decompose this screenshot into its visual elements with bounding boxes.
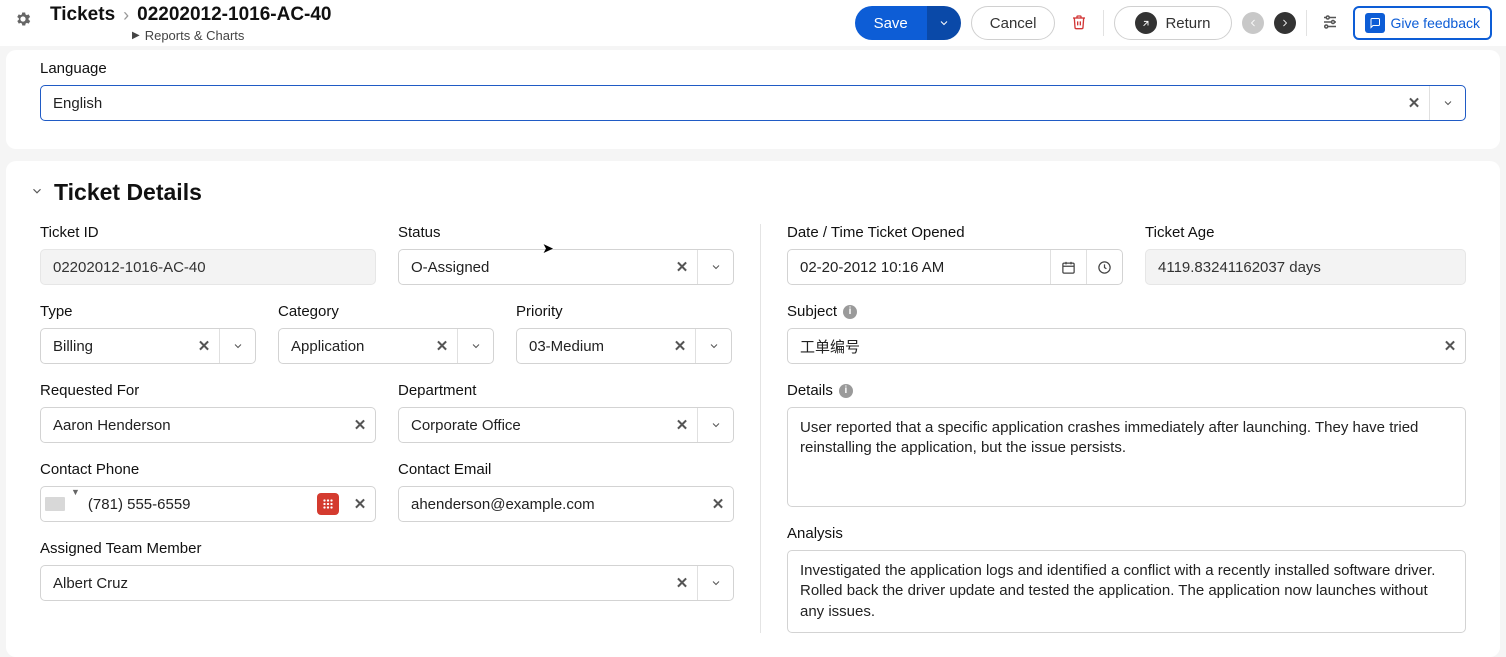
subject-label: Subject i [787, 303, 1466, 320]
info-icon[interactable]: i [839, 384, 853, 398]
breadcrumb-root[interactable]: Tickets [50, 4, 115, 26]
return-button[interactable]: Return [1114, 6, 1231, 40]
analysis-textarea[interactable]: Investigated the application logs and id… [787, 550, 1466, 633]
divider [1103, 10, 1104, 36]
department-select[interactable]: Corporate Office ✕ [398, 407, 734, 443]
details-textarea[interactable]: User reported that a specific applicatio… [787, 407, 1466, 507]
chevron-down-icon[interactable] [697, 408, 733, 442]
contact-phone-field[interactable]: ▼ (781) 555-6559 ✕ [40, 486, 376, 522]
chevron-down-icon[interactable] [697, 566, 733, 600]
breadcrumb-current: 02202012-1016-AC-40 [137, 4, 331, 26]
caret-down-icon[interactable]: ▼ [69, 487, 84, 521]
give-feedback-button[interactable]: Give feedback [1353, 6, 1493, 40]
clear-icon[interactable]: ✕ [667, 408, 697, 442]
assigned-label: Assigned Team Member [40, 540, 734, 557]
divider [1306, 10, 1307, 36]
type-label: Type [40, 303, 256, 320]
clear-icon[interactable]: ✕ [345, 487, 375, 521]
ticket-id-field: 02202012-1016-AC-40 [40, 249, 376, 285]
calendar-icon[interactable] [1050, 250, 1086, 284]
trash-icon[interactable] [1065, 8, 1093, 39]
type-select[interactable]: Billing ✕ [40, 328, 256, 364]
section-title: Ticket Details [54, 179, 202, 206]
clear-icon[interactable]: ✕ [703, 487, 733, 521]
contact-phone-label: Contact Phone [40, 461, 376, 478]
priority-label: Priority [516, 303, 732, 320]
page-header: Tickets › 02202012-1016-AC-40 ▶ Reports … [0, 0, 1506, 46]
date-opened-field[interactable]: 02-20-2012 10:16 AM [787, 249, 1123, 285]
feedback-icon [1365, 13, 1385, 33]
chevron-down-icon[interactable] [457, 329, 493, 363]
clear-icon[interactable]: ✕ [189, 329, 219, 363]
nav-next-icon[interactable] [1274, 12, 1296, 34]
assigned-select[interactable]: Albert Cruz ✕ [40, 565, 734, 601]
analysis-label: Analysis [787, 525, 1466, 542]
ticket-details-card: Ticket Details Ticket ID 02202012-1016-A… [6, 161, 1500, 657]
date-opened-label: Date / Time Ticket Opened [787, 224, 1123, 241]
info-icon[interactable]: i [843, 305, 857, 319]
language-select[interactable]: English ✕ [40, 85, 1466, 121]
category-label: Category [278, 303, 494, 320]
nav-prev-icon[interactable] [1242, 12, 1264, 34]
requested-for-label: Requested For [40, 382, 376, 399]
clear-icon[interactable]: ✕ [345, 408, 375, 442]
details-right-column: Date / Time Ticket Opened 02-20-2012 10:… [760, 224, 1466, 633]
clock-icon[interactable] [1086, 250, 1122, 284]
language-value: English [41, 86, 1399, 120]
return-arrow-icon [1135, 12, 1157, 34]
clear-icon[interactable]: ✕ [1399, 86, 1429, 120]
clear-icon[interactable]: ✕ [665, 329, 695, 363]
chevron-down-icon[interactable] [695, 329, 731, 363]
ticket-age-label: Ticket Age [1145, 224, 1466, 241]
chevron-down-icon[interactable] [697, 250, 733, 284]
breadcrumb: Tickets › 02202012-1016-AC-40 ▶ Reports … [50, 4, 332, 43]
ticket-id-label: Ticket ID [40, 224, 376, 241]
chevron-down-icon[interactable] [219, 329, 255, 363]
subject-field[interactable]: 工单编号 ✕ [787, 328, 1466, 364]
save-more-button[interactable] [927, 6, 961, 40]
save-button[interactable]: Save [855, 6, 927, 40]
contact-email-label: Contact Email [398, 461, 734, 478]
caret-right-icon: ▶ [132, 30, 140, 41]
clear-icon[interactable]: ✕ [427, 329, 457, 363]
ticket-age-field: 4119.83241162037 days [1145, 249, 1466, 285]
clear-icon[interactable]: ✕ [1435, 329, 1465, 363]
details-label: Details i [787, 382, 1466, 399]
dialpad-icon[interactable] [317, 493, 339, 515]
country-flag-icon[interactable] [41, 487, 69, 521]
contact-email-field[interactable]: ahenderson@example.com ✕ [398, 486, 734, 522]
details-left-column: Ticket ID 02202012-1016-AC-40 Status O-A… [40, 224, 760, 633]
clear-icon[interactable]: ✕ [667, 250, 697, 284]
status-select[interactable]: O-Assigned ✕ [398, 249, 734, 285]
language-card: Language English ✕ [6, 50, 1500, 149]
status-label: Status [398, 224, 734, 241]
header-actions: Save Cancel Return [855, 4, 1492, 40]
category-select[interactable]: Application ✕ [278, 328, 494, 364]
sliders-icon[interactable] [1317, 9, 1343, 38]
collapse-chevron-icon[interactable] [30, 184, 44, 203]
priority-select[interactable]: 03-Medium ✕ [516, 328, 732, 364]
requested-for-field[interactable]: Aaron Henderson ✕ [40, 407, 376, 443]
clear-icon[interactable]: ✕ [667, 566, 697, 600]
chevron-right-icon: › [123, 4, 129, 26]
chevron-down-icon[interactable] [1429, 86, 1465, 120]
cancel-button[interactable]: Cancel [971, 6, 1056, 40]
language-label: Language [40, 60, 1466, 77]
department-label: Department [398, 382, 734, 399]
reports-link[interactable]: Reports & Charts [145, 28, 245, 43]
gear-icon[interactable] [14, 15, 32, 31]
